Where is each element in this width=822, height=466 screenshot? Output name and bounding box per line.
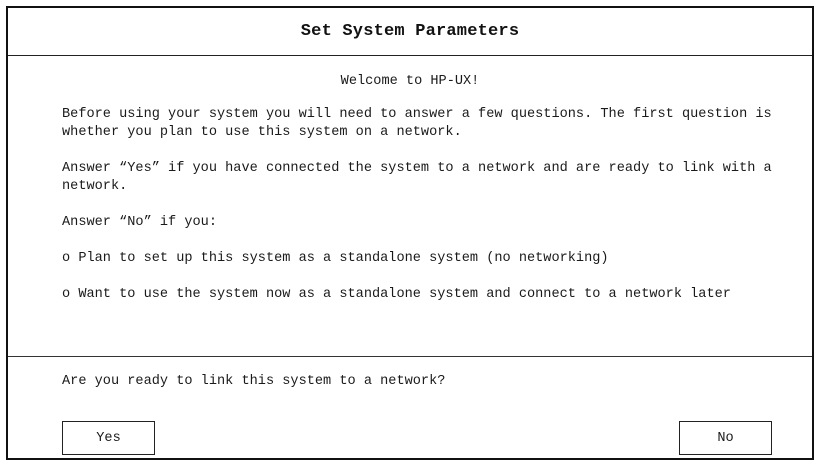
- dialog-message-area: Welcome to HP-UX! Before using your syst…: [8, 56, 812, 356]
- no-intro-text: Answer “No” if you:: [62, 215, 217, 230]
- title-bar: Set System Parameters: [8, 8, 812, 56]
- set-system-parameters-dialog: Set System Parameters Welcome to HP-UX! …: [6, 6, 814, 460]
- yes-button[interactable]: Yes: [62, 421, 155, 455]
- network-question: Are you ready to link this system to a n…: [62, 374, 446, 389]
- divider: [8, 356, 812, 357]
- welcome-text: Welcome to HP-UX!: [340, 74, 480, 89]
- no-option-item: o Want to use the system now as a standa…: [62, 287, 731, 302]
- no-button[interactable]: No: [679, 421, 772, 455]
- intro-text: Before using your system you will need t…: [62, 107, 780, 140]
- yes-explanation-text: Answer “Yes” if you have connected the s…: [62, 161, 780, 194]
- dialog-title: Set System Parameters: [300, 22, 520, 41]
- no-option-item: o Plan to set up this system as a standa…: [62, 251, 609, 266]
